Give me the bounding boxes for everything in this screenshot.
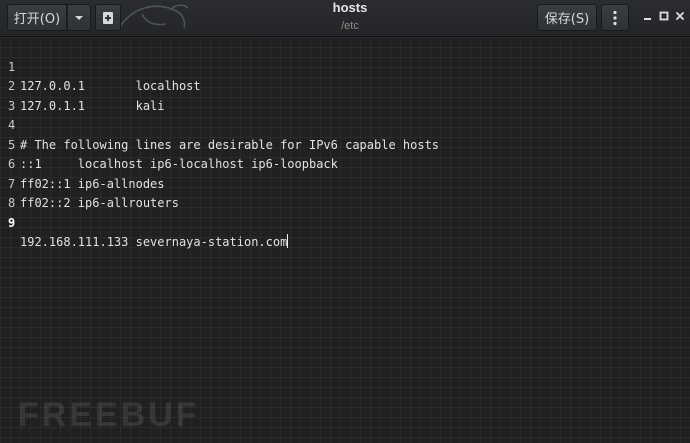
- close-icon: [675, 11, 685, 21]
- save-button[interactable]: 保存(S): [537, 4, 597, 31]
- new-document-button[interactable]: [95, 4, 121, 31]
- window-title: hosts: [332, 0, 368, 15]
- editor-line-current[interactable]: 9 192.168.111.133 severnaya-station.com: [0, 194, 690, 249]
- editor-line[interactable]: 8: [0, 175, 690, 210]
- line-text-with-cursor: 192.168.111.133 severnaya-station.com: [20, 233, 289, 253]
- save-button-label: 保存(S): [544, 12, 590, 27]
- line-text: 192.168.111.133 severnaya-station.com: [20, 235, 288, 249]
- editor-line[interactable]: 5 ::1 localhost ip6-localhost ip6-loopba…: [0, 116, 690, 172]
- maximize-icon: [659, 11, 669, 21]
- editor-line[interactable]: 7 ff02::2 ip6-allrouters: [0, 155, 690, 211]
- open-button[interactable]: 打开(O): [7, 4, 67, 31]
- title-area: hosts /etc: [250, 0, 450, 33]
- text-editor-window: 打开(O) hosts /etc 保存(S) 1 127.0.0.1 local…: [0, 0, 690, 443]
- freebuf-watermark: FREEBUF: [18, 396, 200, 434]
- editor-line[interactable]: 6 ff02::1 ip6-allnodes: [0, 136, 690, 191]
- editor-line[interactable]: 4 # The following lines are desirable fo…: [0, 97, 690, 152]
- editor-line[interactable]: 2 127.0.1.1 kali: [0, 58, 690, 113]
- text-cursor: [287, 234, 289, 248]
- editor-line[interactable]: 3: [0, 77, 690, 113]
- editor-line[interactable]: 1 127.0.0.1 localhost: [0, 38, 690, 94]
- window-subtitle: /etc: [341, 20, 359, 32]
- kali-dragon-icon: [117, 4, 189, 31]
- menu-button[interactable]: [601, 4, 629, 31]
- text-editor-area[interactable]: 1 127.0.0.1 localhost 2 127.0.1.1 kali 3…: [0, 37, 690, 443]
- line-number: 9: [8, 215, 16, 230]
- open-recent-dropdown-button[interactable]: [67, 4, 91, 31]
- vertical-ellipsis-icon: [613, 10, 617, 25]
- chevron-down-icon: [75, 15, 83, 20]
- close-button[interactable]: [673, 9, 687, 23]
- open-button-label: 打开(O): [13, 12, 61, 27]
- minimize-icon: [644, 18, 651, 20]
- header-bar: 打开(O) hosts /etc 保存(S): [0, 0, 690, 37]
- minimize-button[interactable]: [641, 9, 655, 23]
- maximize-button[interactable]: [657, 9, 671, 23]
- new-document-icon: [103, 11, 113, 24]
